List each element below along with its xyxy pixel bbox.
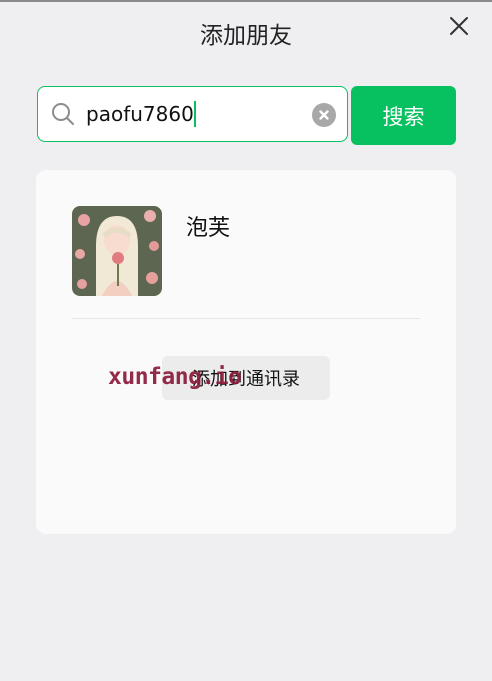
search-result-card: 泡芙 添加到通讯录 <box>36 170 456 534</box>
avatar-image <box>72 206 162 296</box>
page-title: 添加朋友 <box>200 23 292 49</box>
avatar[interactable] <box>72 206 162 296</box>
search-input[interactable] <box>86 97 306 131</box>
clear-icon <box>319 110 329 120</box>
window-top-border <box>0 0 492 2</box>
close-icon <box>450 17 468 35</box>
close-button[interactable] <box>447 14 471 38</box>
divider <box>72 318 420 319</box>
search-field[interactable] <box>37 86 348 142</box>
text-caret <box>194 101 196 127</box>
clear-search-button[interactable] <box>312 103 336 127</box>
search-button[interactable]: 搜索 <box>351 86 456 145</box>
add-to-contacts-button[interactable]: 添加到通讯录 <box>162 356 330 400</box>
contact-name: 泡芙 <box>186 216 231 241</box>
search-icon <box>52 103 74 125</box>
